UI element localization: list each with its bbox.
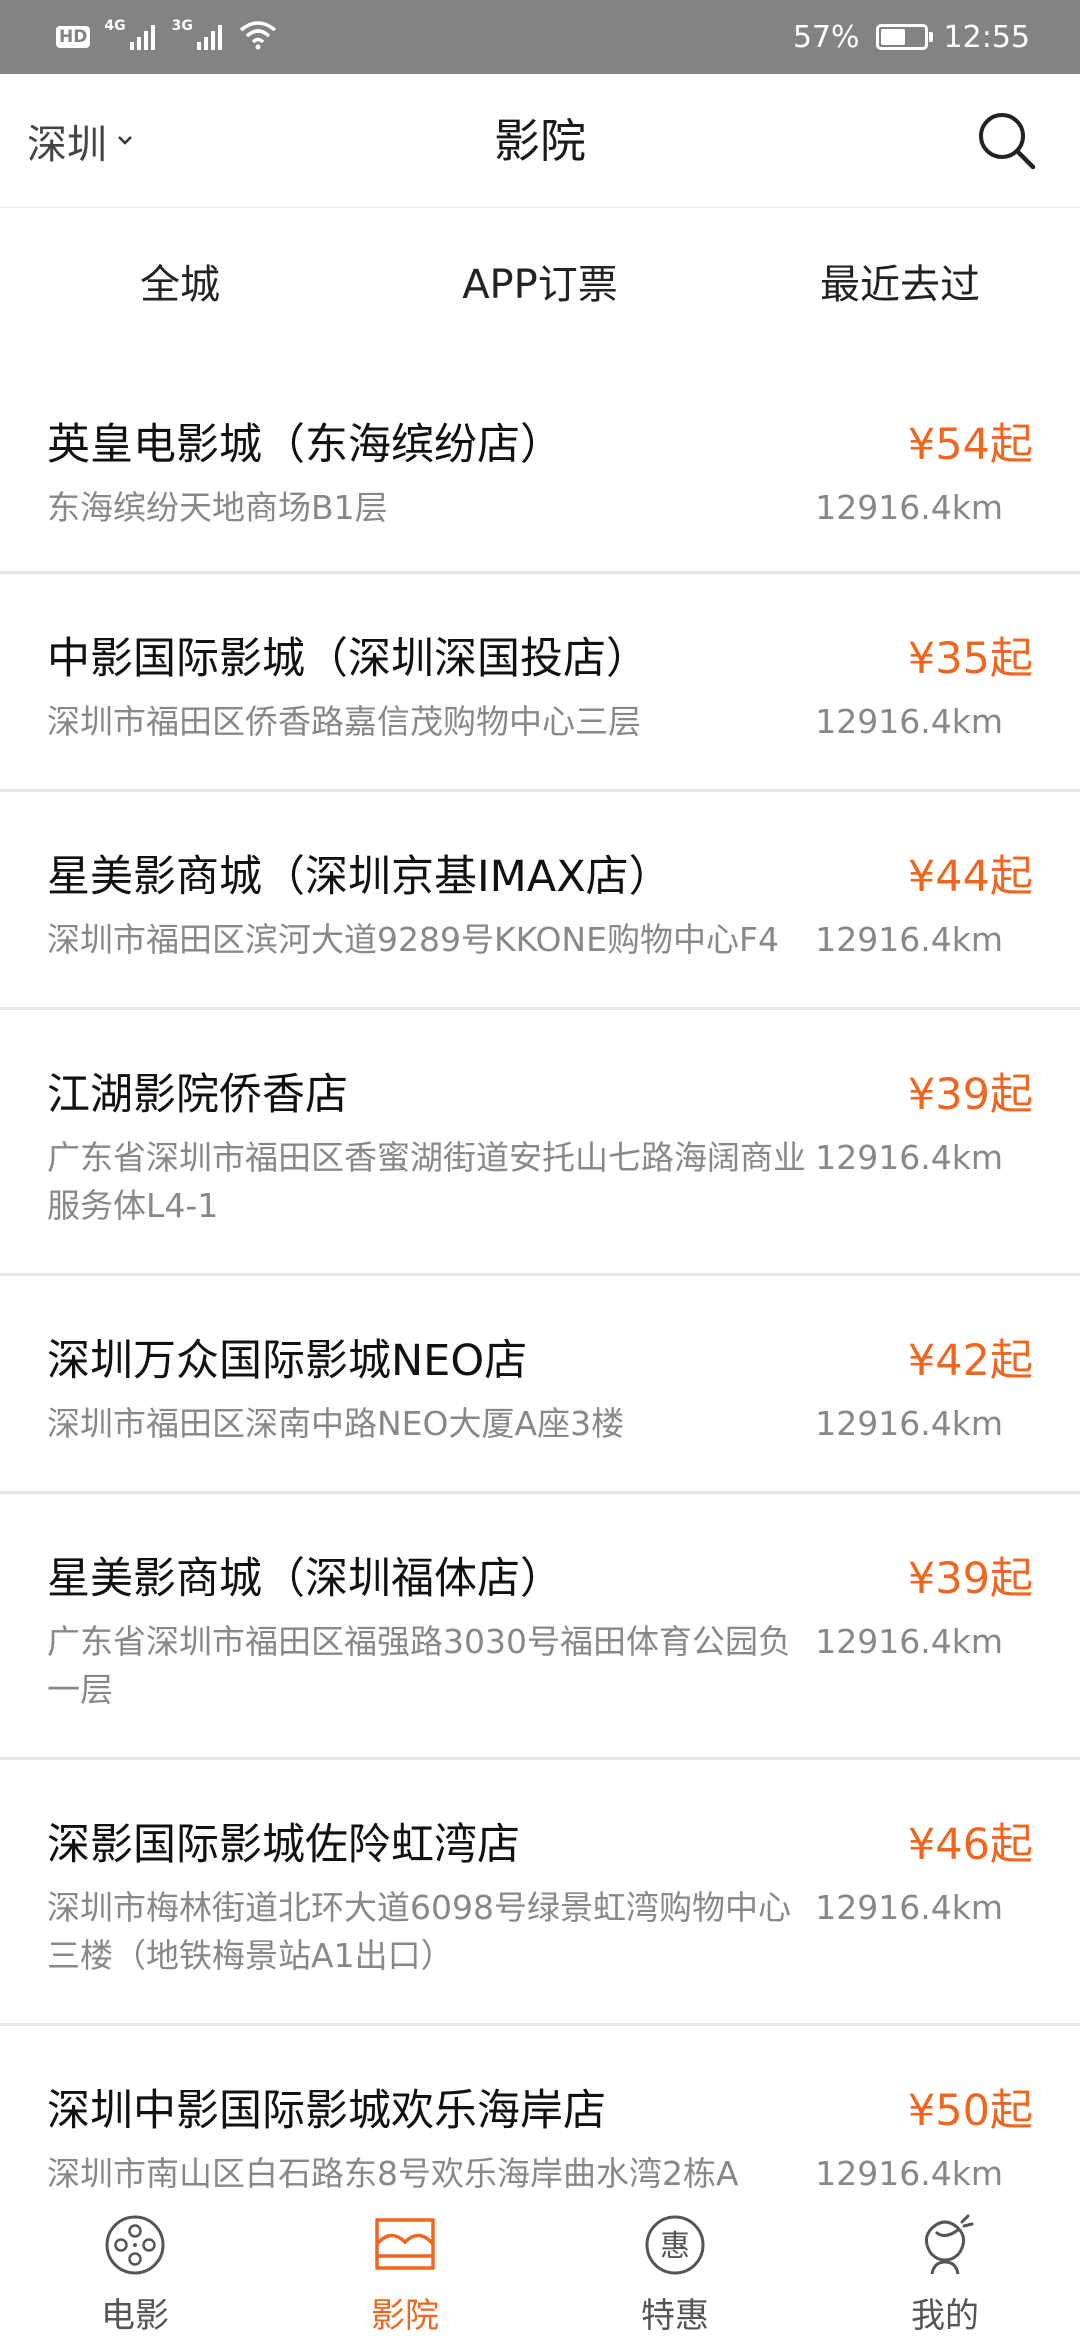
nav-item-movies[interactable]: 电影	[0, 2192, 270, 2340]
svg-text:惠: 惠	[660, 2229, 690, 2264]
cinema-name: 中影国际影城（深圳深国投店）	[47, 634, 649, 684]
cinema-list-item[interactable]: 深影国际影城佐阾虹湾店 ¥46起 深圳市梅林街道北环大道6098号绿景虹湾购物中…	[0, 1760, 1080, 2026]
nav-label-cinemas: 影院	[371, 2296, 439, 2336]
cinema-price: ¥39起	[907, 1554, 1033, 1604]
nav-label-movies: 电影	[101, 2296, 169, 2336]
cinema-distance: 12916.4km	[815, 1622, 1003, 1661]
nav-label-deals: 特惠	[641, 2296, 709, 2336]
cinema-price: ¥50起	[907, 2086, 1033, 2136]
cinema-list-item[interactable]: 星美影商城（深圳福体店） ¥39起 广东省深圳市福田区福强路3030号福田体育公…	[0, 1494, 1080, 1760]
cinema-name: 江湖影院侨香店	[47, 1070, 348, 1120]
tab-app-booking[interactable]: APP订票	[360, 210, 720, 360]
cinema-list-item[interactable]: 星美影商城（深圳京基IMAX店） ¥44起 深圳市福田区滨河大道9289号KKO…	[0, 792, 1080, 1010]
status-left: HD 4G 3G	[56, 0, 277, 74]
cinema-distance: 12916.4km	[815, 1404, 1003, 1443]
status-right: 57% 12:55	[793, 0, 1030, 74]
search-icon	[979, 113, 1036, 170]
cinema-name: 星美影商城（深圳福体店）	[47, 1554, 563, 1604]
cinema-address: 深圳市梅林街道北环大道6098号绿景虹湾购物中心三楼（地铁梅景站A1出口）	[47, 1888, 791, 1975]
clock: 12:55	[943, 19, 1030, 55]
nav-label-mine: 我的	[911, 2296, 979, 2336]
filter-tabs: 全城 APP订票 最近去过	[0, 210, 1080, 360]
signal-4g-icon: 4G	[104, 18, 157, 50]
cinema-price: ¥42起	[907, 1336, 1033, 1386]
cinema-distance: 12916.4km	[815, 1888, 1003, 1927]
battery-level	[880, 29, 905, 45]
profile-icon	[925, 2214, 974, 2275]
cinema-address: 深圳市福田区侨香路嘉信茂购物中心三层	[47, 702, 641, 741]
signal-3g-icon: 3G	[172, 18, 225, 50]
cinema-name: 深圳万众国际影城NEO店	[47, 1336, 528, 1386]
network-type-4g: 4G	[104, 18, 126, 34]
nav-item-deals[interactable]: 惠 特惠	[540, 2192, 810, 2340]
cinema-price: ¥46起	[907, 1820, 1033, 1870]
cinema-name: 英皇电影城（东海缤纷店）	[47, 420, 563, 470]
hd-badge: HD	[56, 26, 91, 48]
film-reel-icon	[105, 2215, 165, 2275]
battery-icon	[875, 24, 933, 50]
search-button[interactable]	[976, 110, 1038, 172]
cinema-price: ¥35起	[907, 634, 1033, 684]
cinema-address: 广东省深圳市福田区香蜜湖街道安托山七路海阔商业服务体L4-1	[47, 1138, 806, 1225]
discount-icon: 惠	[645, 2215, 705, 2275]
wifi-icon	[239, 20, 277, 54]
cinema-name: 深圳中影国际影城欢乐海岸店	[47, 2086, 606, 2136]
cinema-price: ¥39起	[907, 1070, 1033, 1120]
cinema-address: 深圳市福田区滨河大道9289号KKONE购物中心F4	[47, 920, 779, 959]
cinema-address: 深圳市福田区深南中路NEO大厦A座3楼	[47, 1404, 625, 1443]
network-type-3g: 3G	[171, 18, 193, 34]
cinema-distance: 12916.4km	[815, 488, 1003, 527]
cinema-list-item[interactable]: 英皇电影城（东海缤纷店） ¥54起 东海缤纷天地商场B1层 12916.4km	[0, 360, 1080, 574]
cinema-price: ¥44起	[907, 852, 1033, 902]
cinema-name: 星美影商城（深圳京基IMAX店）	[47, 852, 672, 902]
cinema-distance: 12916.4km	[815, 2154, 1003, 2193]
page-title: 影院	[494, 114, 586, 168]
tab-all-city[interactable]: 全城	[0, 210, 360, 360]
cinema-screen-icon	[375, 2218, 435, 2270]
status-bar: HD 4G 3G 57% 12:55	[0, 0, 1080, 74]
cinema-list: 英皇电影城（东海缤纷店） ¥54起 东海缤纷天地商场B1层 12916.4km …	[0, 360, 1080, 2266]
cinema-list-item[interactable]: 中影国际影城（深圳深国投店） ¥35起 深圳市福田区侨香路嘉信茂购物中心三层 1…	[0, 574, 1080, 792]
cinema-distance: 12916.4km	[815, 1138, 1003, 1177]
cinema-address: 东海缤纷天地商场B1层	[47, 488, 388, 527]
cinema-name: 深影国际影城佐阾虹湾店	[47, 1820, 520, 1870]
cinema-price: ¥54起	[907, 420, 1033, 470]
cinema-distance: 12916.4km	[815, 920, 1003, 959]
nav-item-mine[interactable]: 我的	[810, 2192, 1080, 2340]
cinema-address: 广东省深圳市福田区福强路3030号福田体育公园负一层	[47, 1622, 791, 1709]
top-header: 深圳 影院	[0, 74, 1080, 208]
bottom-nav: 电影 影院 惠 特惠 我的	[0, 2192, 1080, 2340]
battery-percent: 57%	[792, 19, 860, 55]
cinema-distance: 12916.4km	[815, 702, 1003, 741]
nav-item-cinemas[interactable]: 影院	[270, 2192, 540, 2340]
cinema-address: 深圳市南山区白石路东8号欢乐海岸曲水湾2栋A	[47, 2154, 739, 2193]
cinema-list-item[interactable]: 江湖影院侨香店 ¥39起 广东省深圳市福田区香蜜湖街道安托山七路海阔商业服务体L…	[0, 1010, 1080, 1276]
tab-recently-visited[interactable]: 最近去过	[720, 210, 1080, 360]
cinema-list-item[interactable]: 深圳万众国际影城NEO店 ¥42起 深圳市福田区深南中路NEO大厦A座3楼 12…	[0, 1276, 1080, 1494]
